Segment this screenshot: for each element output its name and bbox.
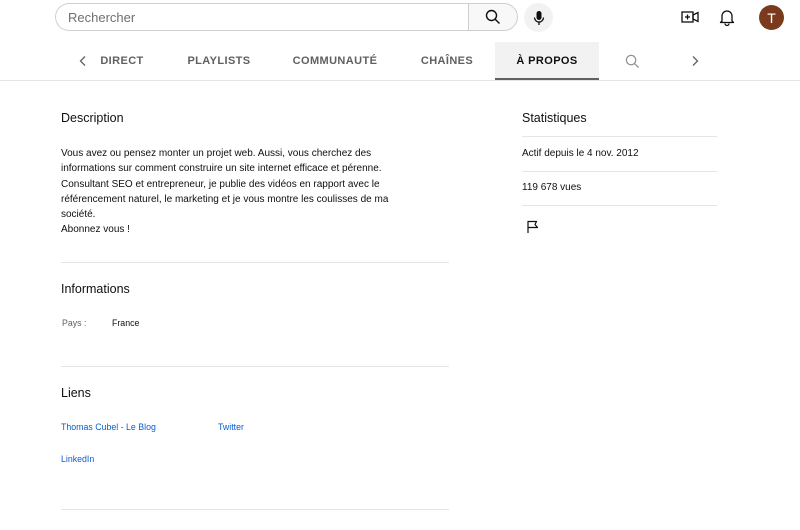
divider: [522, 205, 717, 206]
divider: [61, 509, 449, 510]
notifications-button[interactable]: [716, 6, 738, 28]
tab-channels[interactable]: CHAÎNES: [414, 42, 480, 79]
divider: [61, 262, 449, 263]
country-label: Pays :: [62, 318, 87, 328]
tab-playlists[interactable]: PLAYLISTS: [180, 42, 258, 79]
statistics-title: Statistiques: [522, 111, 587, 125]
create-button[interactable]: [679, 6, 701, 28]
flag-icon: [526, 220, 538, 233]
report-button[interactable]: [523, 218, 541, 236]
country-value: France: [112, 318, 140, 328]
chevron-left-icon: [79, 56, 86, 66]
tab-about[interactable]: À PROPOS: [495, 42, 599, 80]
tab-community[interactable]: COMMUNAUTÉ: [287, 42, 383, 79]
link-linkedin[interactable]: LinkedIn: [61, 454, 94, 464]
view-count: 119 678 vues: [522, 182, 582, 193]
top-bar: T: [0, 0, 800, 38]
search-icon: [625, 54, 639, 68]
tab-search-button[interactable]: [622, 51, 642, 71]
link-twitter[interactable]: Twitter: [218, 422, 244, 432]
microphone-icon: [533, 10, 544, 25]
description-title: Description: [61, 111, 124, 125]
joined-date: Actif depuis le 4 nov. 2012: [522, 148, 639, 159]
avatar[interactable]: T: [759, 5, 784, 30]
search-button[interactable]: [468, 3, 518, 31]
divider: [522, 136, 717, 137]
channel-description: Vous avez ou pensez monter un projet web…: [61, 148, 389, 236]
chevron-right-icon: [692, 56, 699, 66]
tab-direct[interactable]: DIRECT: [95, 42, 149, 79]
informations-title: Informations: [61, 282, 130, 296]
search-input[interactable]: [55, 3, 468, 31]
divider: [61, 366, 449, 367]
voice-search-button[interactable]: [524, 3, 553, 32]
search-icon: [485, 9, 500, 24]
links-title: Liens: [61, 386, 91, 400]
create-video-icon: [681, 11, 699, 23]
tabs-scroll-right-button[interactable]: [685, 51, 705, 71]
divider: [522, 171, 717, 172]
channel-tabs: DIRECT PLAYLISTS COMMUNAUTÉ CHAÎNES À PR…: [0, 42, 800, 81]
link-blog[interactable]: Thomas Cubel - Le Blog: [61, 422, 156, 432]
tabs-scroll-left-button[interactable]: [73, 51, 93, 71]
notifications-bell-icon: [719, 10, 735, 26]
